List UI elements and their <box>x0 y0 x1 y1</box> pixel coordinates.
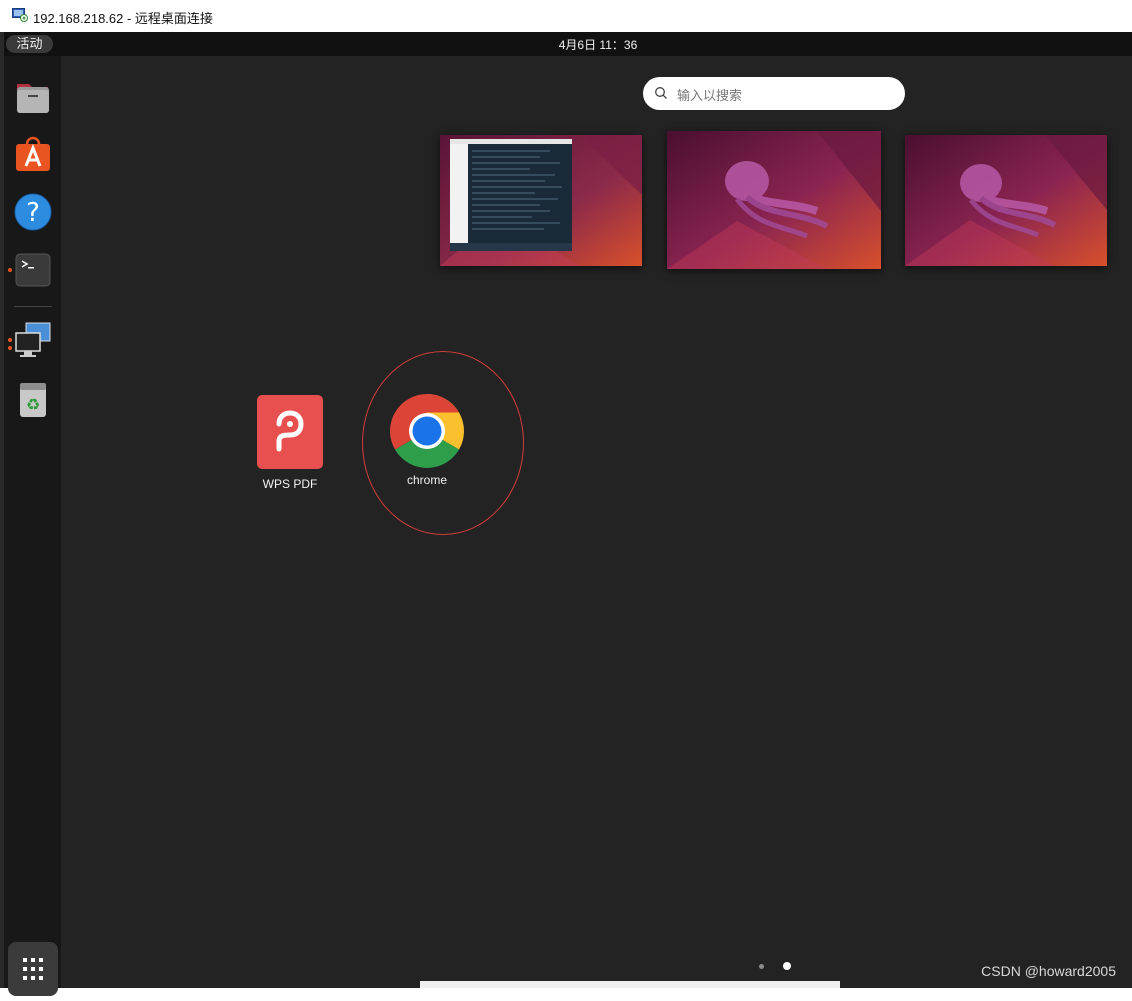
terminal-icon <box>15 253 51 287</box>
search-icon <box>655 87 667 99</box>
page-dot-1[interactable] <box>759 964 764 969</box>
wps-pdf-icon <box>257 395 323 469</box>
dock-item-remote-desktop[interactable] <box>14 321 52 359</box>
window-title: 192.168.218.62 - 远程桌面连接 <box>33 11 213 26</box>
svg-text:?: ? <box>26 198 40 228</box>
ubuntu-overview: 活动 4月6日 11：36 ? ♻ 输入以搜索 WPS PDF chrome C… <box>4 32 1132 996</box>
clock[interactable]: 4月6日 11：36 <box>4 36 1132 53</box>
workspace-thumbnail-1[interactable] <box>440 135 642 266</box>
search-box[interactable] <box>643 77 905 110</box>
dock-separator <box>14 306 52 307</box>
svg-text:♻: ♻ <box>26 395 40 414</box>
search-input[interactable] <box>675 84 889 106</box>
running-indicator <box>8 338 12 342</box>
watermark: CSDN @howard2005 <box>981 963 1116 979</box>
highlight-circle <box>362 351 524 535</box>
dock-item-help[interactable]: ? <box>14 193 52 231</box>
app-label: WPS PDF <box>262 477 318 491</box>
trash-icon: ♻ <box>20 383 46 417</box>
host-taskbar-edge <box>420 981 840 988</box>
dock-item-terminal[interactable] <box>14 251 52 289</box>
running-indicator <box>8 268 12 272</box>
monitors-icon <box>15 322 51 357</box>
workspace-thumbnail-3[interactable] <box>905 135 1107 266</box>
remote-desktop-icon <box>12 8 28 22</box>
top-bar: 活动 4月6日 11：36 <box>4 32 1132 56</box>
dock: ? ♻ <box>4 56 61 996</box>
dock-item-files[interactable] <box>14 78 52 116</box>
rdp-title-bar: 192.168.218.62 - 远程桌面连接 <box>0 0 1132 33</box>
app-store-icon <box>16 136 50 171</box>
dock-item-app-store[interactable] <box>14 135 52 173</box>
folder-icon <box>17 84 49 113</box>
page-dot-2-active[interactable] <box>783 962 791 970</box>
dock-item-trash[interactable]: ♻ <box>14 381 52 419</box>
running-indicator <box>8 346 12 350</box>
help-icon: ? <box>14 193 52 231</box>
workspace-thumbnail-2[interactable] <box>667 131 881 269</box>
app-wps-pdf[interactable]: WPS PDF <box>240 395 340 491</box>
